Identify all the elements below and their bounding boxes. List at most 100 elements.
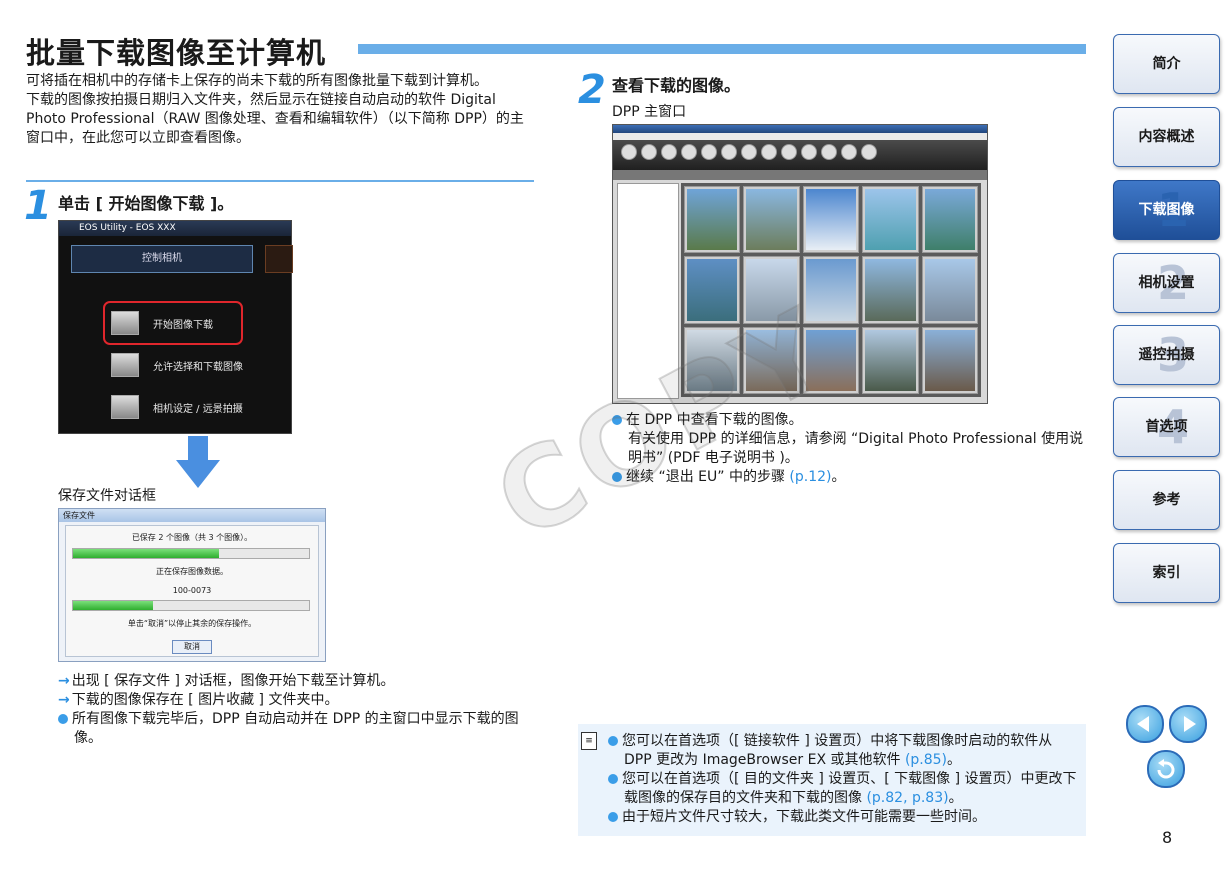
tab-label: 参考 (1152, 492, 1181, 508)
result-text: 出现 [ 保存文件 ] 对话框，图像开始下载至计算机。 (71, 673, 395, 689)
bullet-end: 。 (831, 469, 846, 485)
thumbnail[interactable] (862, 186, 919, 254)
tool-icon[interactable] (721, 144, 737, 160)
tab-label: 遥控拍摄 (1138, 347, 1195, 363)
tool-icon[interactable] (761, 144, 777, 160)
thumbnail[interactable] (921, 186, 978, 254)
note-end: 。 (948, 790, 963, 806)
dialog-status: 已保存 2 个图像（共 3 个图像）。 (131, 533, 253, 542)
camera-settings-item[interactable]: 相机设定 / 远景拍摄 (111, 395, 243, 419)
progress-bar-total (72, 548, 310, 559)
highlight-frame (103, 301, 243, 345)
note-text: 您可以在首选项（[ 目的文件夹 ] 设置页、[ 下载图像 ] 设置页）中更改下载… (622, 771, 1077, 806)
thumbnail[interactable] (802, 256, 860, 324)
note-item: 您可以在首选项（[ 目的文件夹 ] 设置页、[ 下载图像 ] 设置页）中更改下载… (608, 770, 1078, 808)
page-title: 批量下载图像至计算机 (26, 36, 327, 70)
camera-settings-icon (111, 395, 139, 419)
cancel-button[interactable]: 取消 (172, 640, 212, 654)
dpp-menubar (613, 133, 987, 140)
dialog-saving: 正在保存图像数据。 (156, 567, 228, 576)
dialog-body: 已保存 2 个图像（共 3 个图像）。 正在保存图像数据。 100-0073 单… (65, 525, 319, 657)
notes-box: ≡ 您可以在首选项（[ 链接软件 ] 设置页）中将下载图像时启动的软件从 DPP… (578, 724, 1086, 836)
thumbnail[interactable] (743, 186, 800, 254)
eos-utility-window: EOS Utility - EOS XXX 控制相机 开始图像下载 允许选择和下… (58, 220, 293, 434)
sidebar-tab-overview[interactable]: 内容概述 (1113, 107, 1220, 167)
step-number: 1 (24, 183, 52, 229)
tool-icon[interactable] (741, 144, 757, 160)
thumbnail[interactable] (684, 256, 741, 324)
tab-label: 内容概述 (1138, 129, 1195, 145)
progress-fill (73, 601, 154, 610)
tool-icon[interactable] (661, 144, 677, 160)
tab-label: 索引 (1152, 565, 1181, 581)
page-number: 8 (1162, 828, 1173, 847)
thumbnail[interactable] (862, 326, 919, 394)
progress-bar-file (72, 600, 310, 611)
dpp-caption: DPP 主窗口 (612, 104, 687, 120)
sidebar-tab-remote[interactable]: 3 遥控拍摄 (1113, 325, 1220, 385)
down-arrow-icon (176, 436, 220, 488)
intro-text: 可将插在相机中的存储卡上保存的尚未下载的所有图像批量下载到计算机。 下载的图像按… (26, 72, 534, 148)
tool-icon[interactable] (641, 144, 657, 160)
sidebar-tab-intro[interactable]: 简介 (1113, 34, 1220, 94)
result-line: → 下载的图像保存在 [ 图片收藏 ] 文件夹中。 (58, 691, 538, 710)
eu-item-label: 允许选择和下载图像 (153, 361, 243, 373)
step-number: 2 (578, 67, 606, 113)
result-line: → 出现 [ 保存文件 ] 对话框，图像开始下载至计算机。 (58, 672, 538, 691)
next-arrow-icon (1184, 716, 1196, 732)
progress-fill (73, 549, 220, 558)
dpp-titlebar (613, 125, 987, 133)
tool-icon[interactable] (821, 144, 837, 160)
thumbnail[interactable] (921, 256, 978, 324)
note-end: 。 (947, 752, 962, 768)
note-text: 您可以在首选项（[ 链接软件 ] 设置页）中将下载图像时启动的软件从 DPP 更… (622, 733, 1053, 768)
thumbnail[interactable] (921, 326, 978, 394)
page-link[interactable]: (p.85) (905, 752, 947, 768)
tool-icon[interactable] (801, 144, 817, 160)
page-link[interactable]: (p.82, p.83) (866, 790, 948, 806)
dialog-title: 保存文件 (59, 509, 325, 522)
return-icon (1157, 759, 1175, 779)
tool-icon[interactable] (781, 144, 797, 160)
thumbnail[interactable] (802, 186, 860, 254)
thumbnail[interactable] (684, 186, 741, 254)
dpp-tabs (613, 170, 987, 180)
sidebar-tab-download[interactable]: 1 下载图像 (1113, 180, 1220, 240)
step1-results: → 出现 [ 保存文件 ] 对话框，图像开始下载至计算机。 → 下载的图像保存在 [… (58, 672, 538, 748)
step-heading: 查看下载的图像。 (612, 76, 741, 95)
tool-icon[interactable] (621, 144, 637, 160)
sidebar-tab-preferences[interactable]: 4 首选项 (1113, 397, 1220, 457)
note-item: 您可以在首选项（[ 链接软件 ] 设置页）中将下载图像时启动的软件从 DPP 更… (608, 732, 1078, 770)
memo-icon: ≡ (581, 732, 597, 750)
select-download-item[interactable]: 允许选择和下载图像 (111, 353, 243, 377)
tab-label: 下载图像 (1138, 202, 1195, 218)
save-file-dialog: 保存文件 已保存 2 个图像（共 3 个图像）。 正在保存图像数据。 100-0… (58, 508, 326, 662)
control-camera-button[interactable]: 控制相机 (71, 245, 253, 273)
bullet-line: 所有图像下载完毕后，DPP 自动启动并在 DPP 的主窗口中显示下载的图像。 (58, 710, 538, 748)
intro-paragraph: 可将插在相机中的存储卡上保存的尚未下载的所有图像批量下载到计算机。 (26, 73, 488, 89)
eu-title: EOS Utility - EOS XXX (59, 221, 291, 236)
page-link[interactable]: (p.12) (789, 469, 831, 485)
tab-label: 简介 (1152, 56, 1181, 72)
tool-icon[interactable] (681, 144, 697, 160)
dialog-hint: 单击“取消”以停止其余的保存操作。 (127, 619, 257, 628)
tool-icon[interactable] (861, 144, 877, 160)
tab-label: 首选项 (1145, 419, 1188, 435)
sidebar-tab-reference[interactable]: 参考 (1113, 470, 1220, 530)
arrow-icon: → (58, 673, 70, 689)
next-page-button[interactable] (1169, 705, 1207, 743)
eu-item-label: 相机设定 / 远景拍摄 (153, 403, 243, 415)
sidebar-tab-camera-settings[interactable]: 2 相机设置 (1113, 253, 1220, 313)
eu-secondary-button[interactable] (265, 245, 293, 273)
arrow-icon: → (58, 692, 70, 708)
prev-page-button[interactable] (1126, 705, 1164, 743)
intro-paragraph: 下载的图像按拍摄日期归入文件夹，然后显示在链接自动启动的软件 Digital P… (26, 92, 524, 146)
return-button[interactable] (1147, 750, 1185, 788)
sidebar-tab-index[interactable]: 索引 (1113, 543, 1220, 603)
thumbnail[interactable] (862, 256, 919, 324)
select-download-icon (111, 353, 139, 377)
section-divider (26, 180, 534, 182)
tool-icon[interactable] (841, 144, 857, 160)
notes-text: 您可以在首选项（[ 链接软件 ] 设置页）中将下载图像时启动的软件从 DPP 更… (608, 732, 1078, 827)
tool-icon[interactable] (701, 144, 717, 160)
